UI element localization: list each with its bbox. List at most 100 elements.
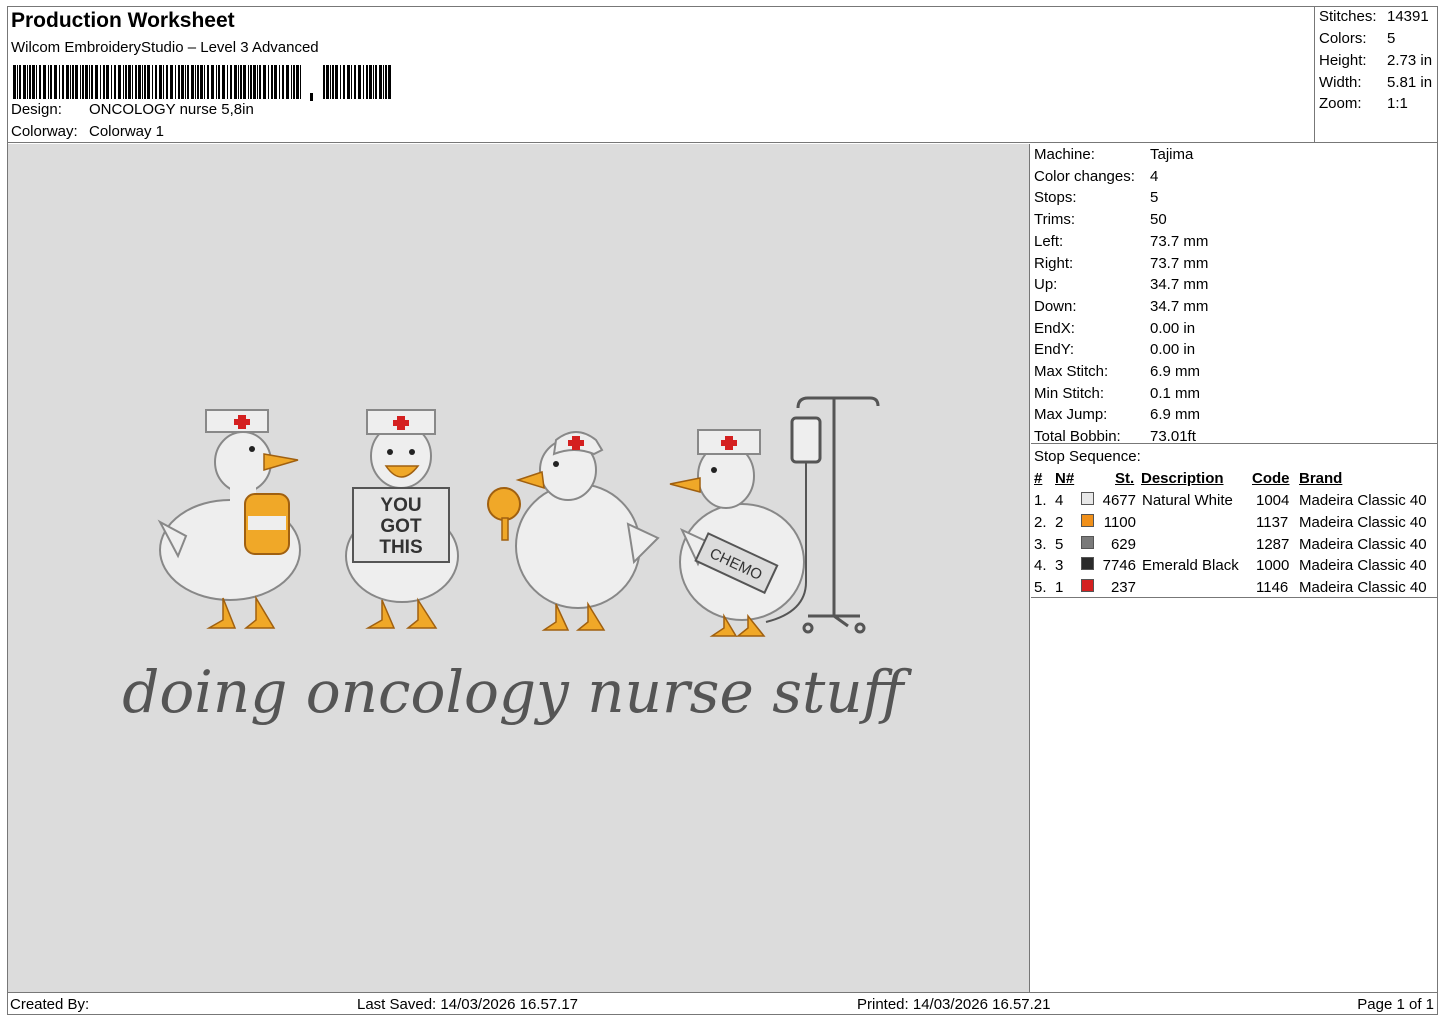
info-label: Up: (1034, 276, 1058, 294)
info-label: Min Stitch: (1034, 384, 1105, 402)
needle-number: 1 (1055, 579, 1064, 597)
machine-info-row: Down: 34.7 mm (1034, 298, 1208, 315)
info-value: 0.1 mm (1150, 384, 1201, 402)
stop-sequence-title: Stop Sequence: (1034, 448, 1141, 465)
stat-value: 1:1 (1387, 95, 1408, 112)
info-label: Machine: (1034, 146, 1095, 163)
info-value: 4 (1150, 167, 1159, 185)
created-by: Created By: (10, 996, 90, 1013)
col-code: Code (1252, 470, 1290, 487)
thread-brand: Madeira Classic 40 (1299, 535, 1427, 553)
sign-text-line1: YOU (380, 495, 421, 516)
stat-height: Height: 2.73 in (1319, 52, 1432, 69)
worksheet-title: Production Worksheet (11, 9, 235, 32)
design-stats: Stitches: 14391 Colors: 5 Height: 2.73 in W… (1315, 6, 1438, 143)
thread-color-swatch (1081, 579, 1094, 593)
sign-text-line3: THIS (379, 537, 422, 558)
design-name: ONCOLOGY nurse 5,8in (89, 101, 254, 118)
machine-info-panel: Machine: Tajima Color changes: 4 Stops: 5 Trim… (1031, 144, 1438, 992)
info-label: Right: (1034, 254, 1074, 272)
thread-code: 1004 (1256, 492, 1290, 509)
stat-width: Width: 5.81 in (1319, 74, 1432, 91)
duck-with-chemo-bag: CHEMO (669, 429, 805, 637)
design-row: Design: ONCOLOGY nurse 5,8in (11, 101, 254, 118)
stop-sequence-row[interactable]: 1. 4 4677 Natural White 1004 Madeira Classic … (1034, 492, 1438, 512)
colorway-label: Colorway: (11, 123, 78, 140)
stitch-count: 7746 (1102, 557, 1136, 575)
stat-colors: Colors: 5 (1319, 30, 1395, 47)
machine-info-row: Min Stitch: 0.1 mm (1034, 385, 1200, 402)
machine-info-row: Machine: Tajima (1034, 146, 1193, 163)
thread-code: 1000 (1256, 557, 1290, 575)
info-value: Tajima (1150, 146, 1194, 163)
embroidery-design: YOU GOT THIS CHEMO doing oncology nurse … (122, 396, 913, 726)
info-label: Max Jump: (1034, 406, 1108, 424)
duck-with-bottle (157, 409, 301, 629)
info-value: 73.7 mm (1150, 254, 1209, 272)
row-number: 1. (1034, 492, 1047, 509)
row-number: 4. (1034, 557, 1047, 575)
barcode (13, 65, 391, 101)
stop-sequence-row[interactable]: 4. 3 7746 Emerald Black 1000 Madeira Classic … (1034, 557, 1438, 577)
machine-info-row: EndX: 0.00 in (1034, 320, 1195, 337)
thread-color-swatch (1081, 513, 1094, 527)
row-number: 2. (1034, 513, 1047, 531)
info-label: Trims: (1034, 211, 1076, 229)
needle-number: 5 (1055, 535, 1064, 553)
machine-info-row: Max Stitch: 6.9 mm (1034, 363, 1200, 380)
stitch-count: 4677 (1102, 492, 1136, 509)
info-value: 50 (1150, 211, 1167, 229)
col-description: Description (1141, 470, 1224, 487)
thread-color-swatch (1081, 492, 1094, 505)
thread-color-swatch (1081, 535, 1094, 549)
stop-sequence-row[interactable]: 3. 5 629 1287 Madeira Classic 40 (1034, 535, 1438, 556)
col-num: # (1034, 470, 1043, 487)
info-value: 6.9 mm (1150, 363, 1201, 380)
page-number: Page 1 of 1 (1357, 996, 1434, 1013)
info-value: 6.9 mm (1150, 406, 1201, 424)
needle-number: 4 (1055, 492, 1064, 509)
last-saved: Last Saved: 14/03/2026 16.57.17 (357, 996, 579, 1013)
stat-value: 14391 (1387, 8, 1429, 25)
design-preview-canvas[interactable]: YOU GOT THIS CHEMO doing oncology nurse … (8, 144, 1030, 992)
stat-value: 5.81 in (1387, 74, 1433, 91)
colorway-row: Colorway: Colorway 1 (11, 123, 164, 140)
machine-info-row: Left: 73.7 mm (1034, 233, 1208, 250)
thread-brand: Madeira Classic 40 (1299, 492, 1427, 509)
col-stitches: St. (1115, 470, 1135, 487)
machine-info-row: Color changes: 4 (1034, 168, 1158, 185)
info-value: 5 (1150, 189, 1159, 207)
row-number: 5. (1034, 579, 1047, 597)
col-brand: Brand (1299, 470, 1343, 487)
info-label: Left: (1034, 232, 1064, 250)
thread-color-swatch (1081, 557, 1094, 571)
row-number: 3. (1034, 535, 1047, 553)
thread-brand: Madeira Classic 40 (1299, 579, 1427, 597)
design-caption: doing oncology nurse stuff (122, 658, 912, 726)
info-label: Stops: (1034, 189, 1077, 207)
stitch-count: 629 (1110, 535, 1136, 553)
duck-with-rattle (487, 431, 660, 631)
info-label: EndY: (1034, 341, 1075, 359)
info-label: Max Stitch: (1034, 363, 1109, 380)
stitch-count: 1100 (1103, 513, 1136, 531)
stop-sequence-row[interactable]: 2. 2 1100 1137 Madeira Classic 40 (1034, 513, 1438, 534)
info-label: Color changes: (1034, 167, 1135, 185)
worksheet-header: Production Worksheet Wilcom EmbroiderySt… (7, 6, 1315, 143)
machine-info-row: Max Jump: 6.9 mm (1034, 406, 1200, 423)
info-label: EndX: (1034, 319, 1075, 337)
stat-stitches: Stitches: 14391 (1319, 8, 1429, 25)
printed-date: Printed: 14/03/2026 16.57.21 (857, 996, 1051, 1013)
stat-label: Width: (1319, 74, 1362, 91)
thread-code: 1137 (1256, 513, 1289, 531)
colorway-name: Colorway 1 (89, 123, 165, 140)
col-needle: N# (1055, 470, 1075, 487)
machine-info-row: Stops: 5 (1034, 189, 1158, 206)
stat-zoom: Zoom: 1:1 (1319, 95, 1408, 112)
stat-label: Zoom: (1319, 95, 1362, 112)
info-label: Down: (1034, 297, 1077, 315)
thread-description: Natural White (1142, 492, 1233, 509)
info-value: 73.7 mm (1150, 232, 1209, 250)
divider (1031, 443, 1438, 444)
needle-number: 2 (1055, 513, 1064, 531)
